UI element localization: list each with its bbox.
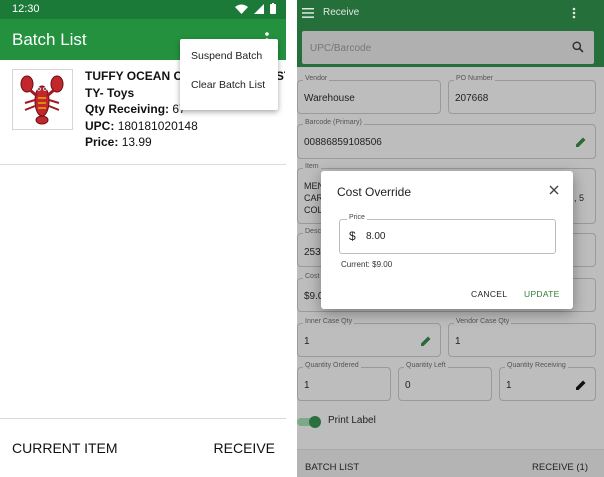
edit-quantity-receiving-icon[interactable] xyxy=(575,379,587,391)
signal-icon xyxy=(254,3,264,14)
vendor-label: Vendor xyxy=(303,75,330,82)
qty-label: Qty Receiving: xyxy=(85,102,170,116)
print-label-toggle[interactable] xyxy=(297,416,321,428)
price-input[interactable]: Price $ 8.00 xyxy=(339,214,556,254)
vendor-case-qty-value: 1 xyxy=(455,336,461,347)
po-number-field[interactable]: PO Number 207668 xyxy=(448,75,596,114)
toggle-knob xyxy=(309,416,321,428)
status-icons xyxy=(235,3,276,14)
receive-count-button[interactable]: RECEIVE (1) xyxy=(532,462,588,473)
inner-case-qty-field[interactable]: Inner Case Qty 1 xyxy=(297,318,441,357)
search-icon[interactable] xyxy=(572,41,584,53)
page-title: Batch List xyxy=(12,30,87,49)
vendor-case-qty-label: Vendor Case Qty xyxy=(454,318,512,325)
item-price-line: Price: 13.99 xyxy=(85,134,285,151)
close-icon[interactable] xyxy=(549,185,559,195)
current-cost-text: Current: $9.00 xyxy=(341,260,393,269)
item-line-3: COL xyxy=(304,205,323,215)
quantity-ordered-label: Quantity Ordered xyxy=(303,362,361,369)
menu-item-suspend-batch[interactable]: Suspend Batch xyxy=(191,50,262,62)
receive-overflow-icon[interactable] xyxy=(572,7,576,19)
barcode-label: Barcode (Primary) xyxy=(303,119,364,126)
overflow-menu: Suspend Batch Clear Batch List xyxy=(180,39,278,110)
receive-title: Receive xyxy=(323,7,360,18)
item-line-2-trail: , 5 xyxy=(574,193,585,203)
quantity-receiving-label: Quantity Receiving xyxy=(505,362,568,369)
status-bar: 12:30 xyxy=(0,0,286,19)
status-time: 12:30 xyxy=(12,3,40,15)
po-number-value: 207668 xyxy=(455,93,489,104)
wifi-icon xyxy=(235,4,248,14)
batch-list-button[interactable]: BATCH LIST xyxy=(305,462,359,473)
cost-override-dialog: Cost Override Price $ 8.00 Current: $9.0… xyxy=(321,171,573,309)
product-thumbnail xyxy=(12,69,73,130)
quantity-left-field[interactable]: Quantity Left 0 xyxy=(398,362,492,401)
receive-app-bar: Receive UPC/Barcode xyxy=(297,0,604,67)
print-label-text: Print Label xyxy=(328,415,376,426)
receive-bottom-bar: BATCH LIST RECEIVE (1) xyxy=(297,449,604,477)
description-label: Desc xyxy=(303,228,323,235)
receive-screen: Receive UPC/Barcode Vendor Warehouse PO … xyxy=(297,0,604,477)
quantity-left-label: Quantity Left xyxy=(404,362,448,369)
quantity-left-value: 0 xyxy=(405,380,411,391)
search-placeholder: UPC/Barcode xyxy=(310,43,372,54)
screenshot-root: 12:30 Batch List TUFFY OCEAN TY- Toys Qt… xyxy=(0,0,604,477)
quantity-ordered-field[interactable]: Quantity Ordered 1 xyxy=(297,362,391,401)
cost-label: Cost xyxy=(303,273,322,280)
po-number-label: PO Number xyxy=(454,75,495,82)
edit-inner-case-qty-icon[interactable] xyxy=(420,335,432,347)
upc-label: UPC: xyxy=(85,118,115,133)
description-value: 253 xyxy=(304,247,321,258)
price-value: 13.99 xyxy=(121,135,152,149)
batch-list-screen: 12:30 Batch List TUFFY OCEAN TY- Toys Qt… xyxy=(0,0,286,477)
battery-icon xyxy=(270,3,276,14)
hamburger-menu-icon[interactable] xyxy=(302,8,314,18)
price-label: Price xyxy=(347,214,367,221)
barcode-field[interactable]: Barcode (Primary) 00886859108506 xyxy=(297,119,596,159)
upc-search-field[interactable]: UPC/Barcode xyxy=(302,31,594,64)
current-item-button[interactable]: CURRENT ITEM xyxy=(12,440,118,456)
dialog-title: Cost Override xyxy=(337,185,412,199)
vendor-value: Warehouse xyxy=(304,93,355,104)
item-upc-line: UPC: 180181020148 xyxy=(85,118,285,135)
barcode-value: 00886859108506 xyxy=(304,137,382,148)
update-button[interactable]: UPDATE xyxy=(524,289,560,299)
inner-case-qty-value: 1 xyxy=(304,336,310,347)
inner-case-qty-label: Inner Case Qty xyxy=(303,318,355,325)
item-label: Item xyxy=(303,163,321,170)
menu-item-clear-batch-list[interactable]: Clear Batch List xyxy=(191,79,265,91)
cancel-button[interactable]: CANCEL xyxy=(471,289,507,299)
quantity-receiving-field[interactable]: Quantity Receiving 1 xyxy=(499,362,596,401)
quantity-ordered-value: 1 xyxy=(304,380,310,391)
price-label: Price: xyxy=(85,135,119,149)
currency-symbol: $ xyxy=(349,229,356,243)
upc-value: 180181020148 xyxy=(117,118,198,133)
lobster-image xyxy=(20,75,64,125)
quantity-receiving-value: 1 xyxy=(506,380,512,391)
price-value[interactable]: 8.00 xyxy=(366,231,385,242)
edit-barcode-icon[interactable] xyxy=(575,136,587,148)
vendor-field[interactable]: Vendor Warehouse xyxy=(297,75,441,114)
vendor-case-qty-field[interactable]: Vendor Case Qty 1 xyxy=(448,318,596,357)
bottom-divider xyxy=(0,418,286,419)
receive-button[interactable]: RECEIVE xyxy=(214,440,275,456)
